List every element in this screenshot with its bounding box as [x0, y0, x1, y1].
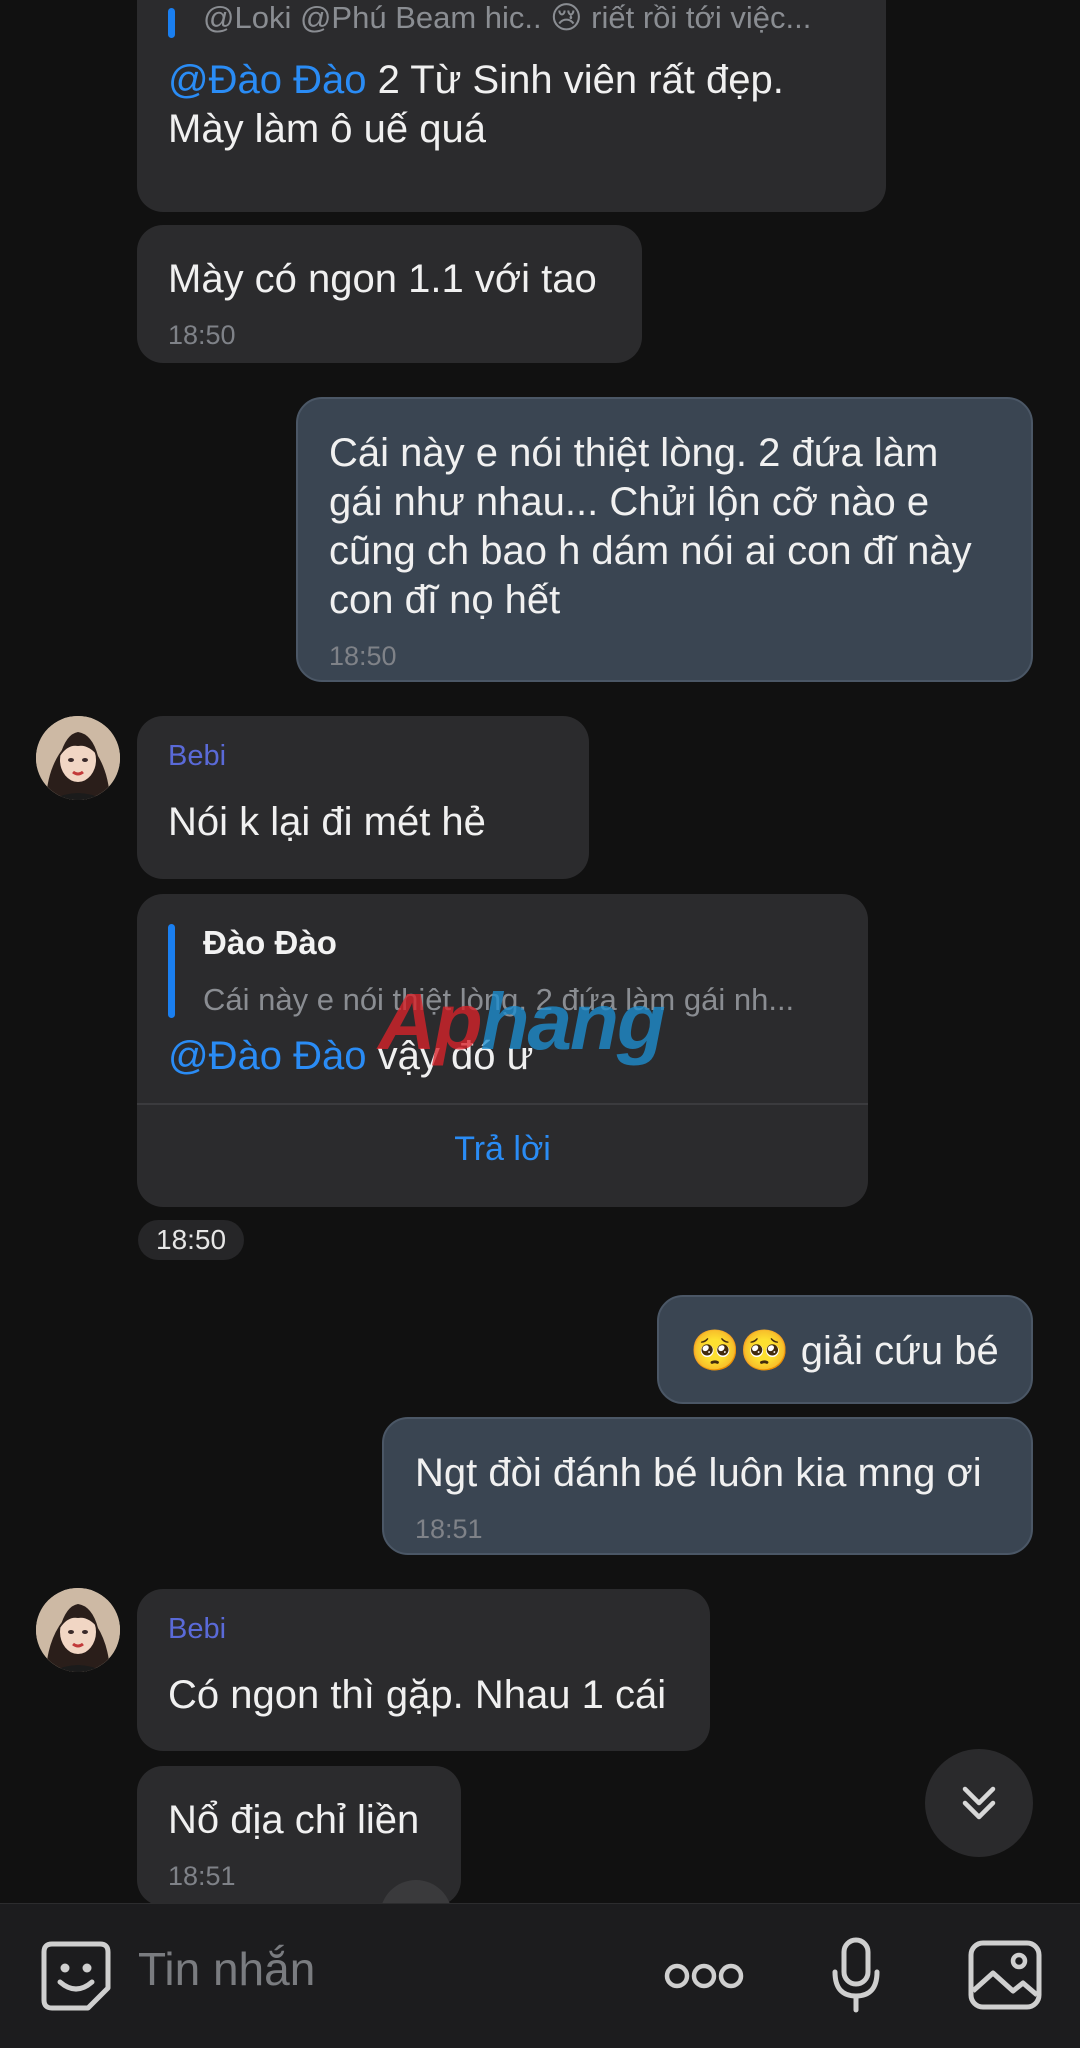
avatar[interactable]	[36, 1588, 120, 1672]
quote-bar	[168, 924, 175, 1018]
microphone-icon	[832, 1937, 880, 2013]
message-text: Có ngon thì gặp. Nhau 1 cái	[168, 1673, 667, 1717]
quoted-message-text: Cái này e nói thiệt lòng. 2 đứa làm gái …	[203, 982, 795, 1017]
message-text: @Đào Đào vậy đó ư	[137, 1032, 564, 1081]
scroll-to-bottom-icon	[962, 1786, 996, 1820]
message-text-part: vậy đó ư	[366, 1034, 534, 1078]
sticker-button[interactable]	[38, 1938, 114, 2014]
scroll-to-bottom-button[interactable]	[925, 1749, 1033, 1857]
message-bubble-outgoing[interactable]: 🥺🥺 giải cứu bé	[657, 1295, 1033, 1404]
message-time: 18:50	[329, 641, 397, 671]
more-options-button[interactable]	[664, 1954, 744, 1998]
avatar-image	[36, 716, 120, 800]
message-time: 18:50	[168, 320, 236, 350]
quoted-message-text: @Loki @Phú Beam hic.. 😢 riết rồi tới việ…	[203, 0, 812, 35]
message-time: 18:51	[168, 1861, 236, 1891]
message-line: cũng ch bao h dám nói ai con đĩ này	[329, 529, 972, 573]
emoji-pleading-icon: 🥺🥺	[690, 1329, 790, 1373]
sticker-icon	[41, 1941, 111, 2011]
divider	[137, 1103, 868, 1105]
message-bubble-incoming[interactable]: @Loki @Phú Beam hic.. 😢 riết rồi tới việ…	[137, 0, 886, 212]
message-text-part: Mày làm ô uế quá	[168, 107, 486, 151]
message-input[interactable]: Tin nhắn	[138, 1942, 315, 1996]
composer-bar: Tin nhắn	[0, 1903, 1080, 2048]
message-bubble-incoming[interactable]: Bebi Nói k lại đi mét hẻ	[137, 716, 589, 879]
sender-name[interactable]: Bebi	[137, 1613, 257, 1646]
message-text: Cái này e nói thiệt lòng. 2 đứa làm gái …	[298, 429, 1003, 625]
sender-name[interactable]: Bebi	[137, 740, 257, 773]
message-text: Ngt đòi đánh bé luôn kia mng ơi	[415, 1451, 982, 1495]
image-icon	[968, 1940, 1042, 2010]
reply-button[interactable]: Trả lời	[137, 1130, 868, 1169]
message-bubble-incoming[interactable]: Mày có ngon 1.1 với tao 18:50	[137, 225, 642, 363]
message-time: 18:50	[138, 1220, 245, 1260]
message-bubble-outgoing[interactable]: Ngt đòi đánh bé luôn kia mng ơi 18:51	[382, 1417, 1033, 1555]
more-options-icon	[664, 1963, 744, 1989]
message-time: 18:51	[415, 1514, 483, 1544]
message-line: gái như nhau... Chửi lộn cỡ nào e	[329, 480, 930, 524]
message-bubble-incoming[interactable]: Bebi Có ngon thì gặp. Nhau 1 cái	[137, 1589, 710, 1751]
quoted-sender-name: Đào Đào	[203, 924, 337, 961]
avatar-image	[36, 1588, 120, 1672]
chat-area[interactable]: @Loki @Phú Beam hic.. 😢 riết rồi tới việ…	[0, 0, 1080, 1903]
message-text-part: giải cứu bé	[789, 1329, 999, 1373]
image-button[interactable]	[966, 1936, 1044, 2014]
message-text: Nổ địa chỉ liền	[168, 1798, 420, 1842]
message-text: 🥺🥺 giải cứu bé	[659, 1327, 1030, 1376]
message-line: con đĩ nọ hết	[329, 578, 561, 622]
message-text: @Đào Đào 2 Từ Sinh viên rất đẹp. Mày làm…	[137, 56, 815, 154]
quote-bar	[168, 8, 175, 38]
message-text-part: 2 Từ Sinh viên rất đẹp.	[366, 58, 784, 102]
mention-link[interactable]: @Đào Đào	[168, 1034, 366, 1078]
message-bubble-incoming[interactable]: Đào Đào Cái này e nói thiệt lòng. 2 đứa …	[137, 894, 868, 1207]
message-bubble-outgoing[interactable]: Cái này e nói thiệt lòng. 2 đứa làm gái …	[296, 397, 1033, 682]
avatar[interactable]	[36, 716, 120, 800]
message-line: Cái này e nói thiệt lòng. 2 đứa làm	[329, 431, 939, 475]
message-text: Nói k lại đi mét hẻ	[168, 800, 486, 844]
message-text: Mày có ngon 1.1 với tao	[168, 257, 597, 301]
voice-button[interactable]	[826, 1934, 886, 2018]
mention-link[interactable]: @Đào Đào	[168, 58, 366, 102]
